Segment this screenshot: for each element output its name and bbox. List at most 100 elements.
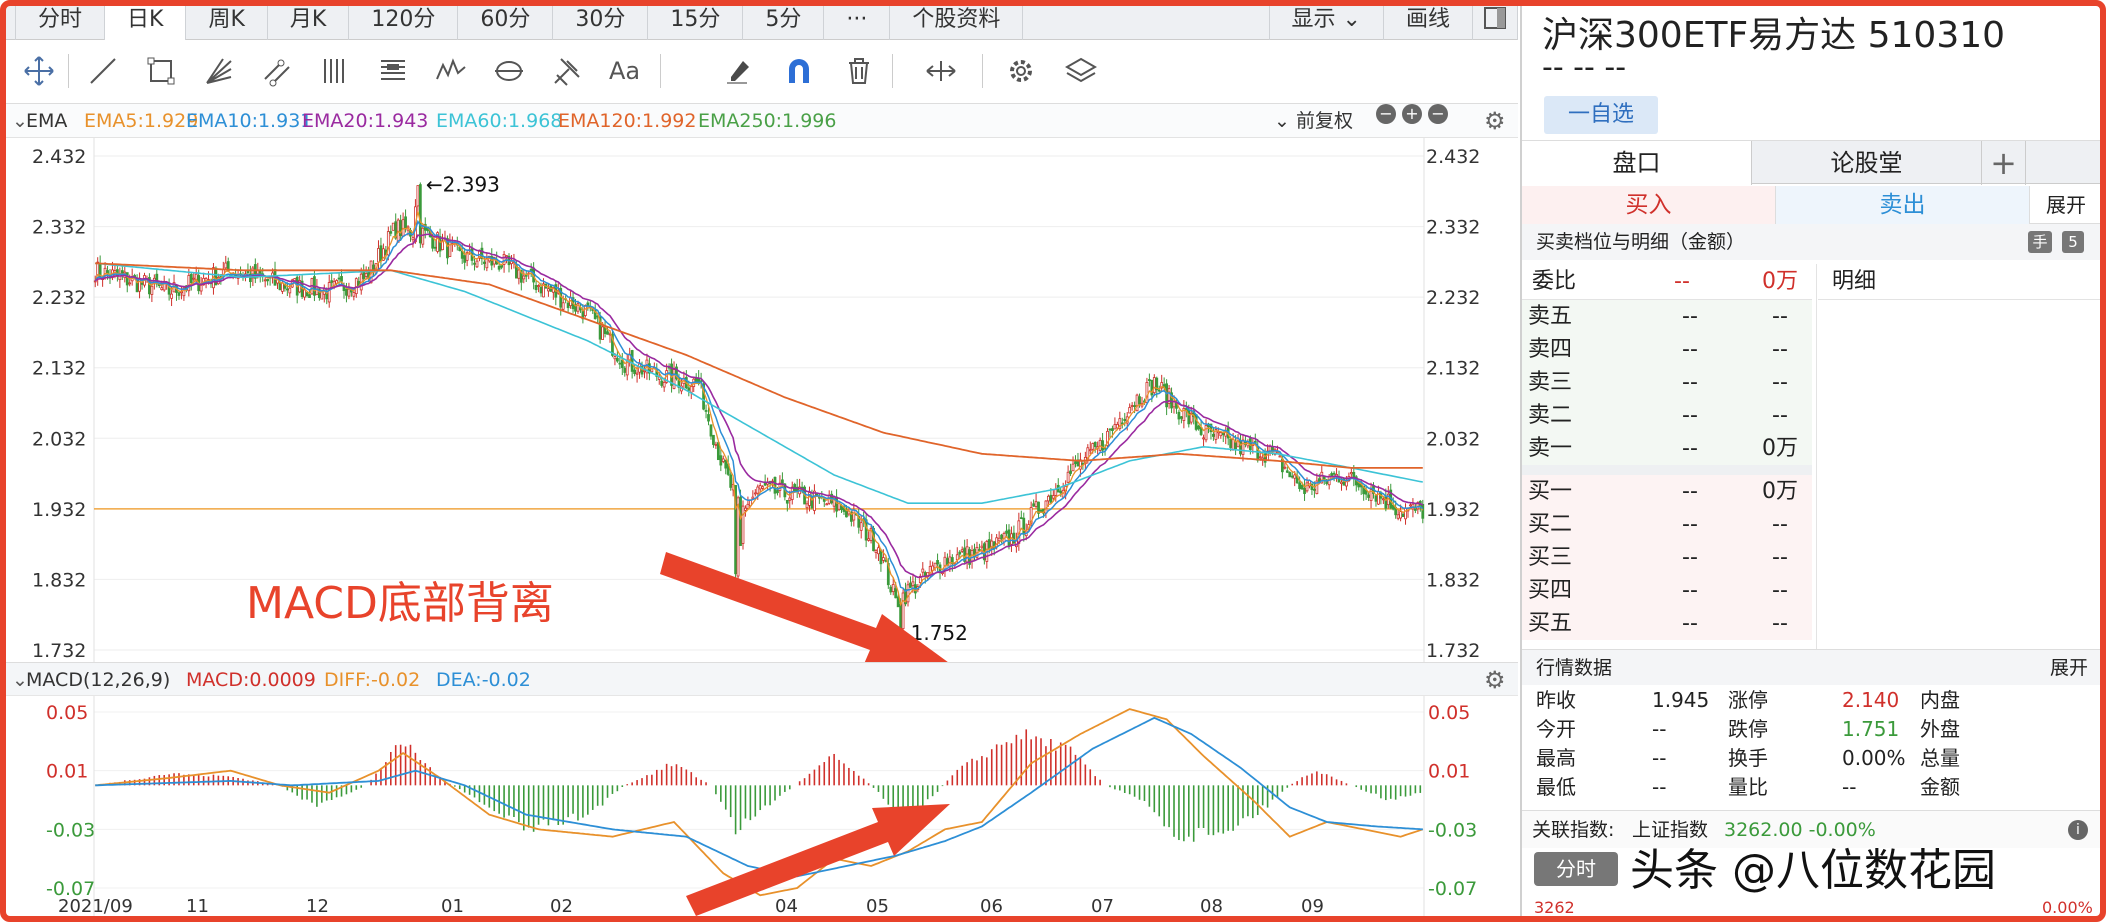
tab-lungutang[interactable]: 论股堂 — [1752, 141, 1982, 185]
expand-button[interactable]: 展开 — [2030, 186, 2100, 224]
depth-toggle[interactable]: 5 — [2062, 231, 2084, 253]
gear-icon[interactable] — [998, 48, 1044, 94]
tab-pankou[interactable]: 盘口 — [1522, 141, 1752, 185]
layers-icon[interactable] — [1058, 48, 1104, 94]
cycle-tool-icon[interactable] — [486, 48, 532, 94]
add-watchlist-button[interactable]: 一自选 — [1544, 96, 1658, 134]
candle-body — [891, 584, 895, 592]
adjust-select[interactable]: 前复权 — [1296, 104, 1353, 138]
weibi-value: 0万 — [1762, 269, 1798, 294]
orderbook-row[interactable]: 买一 -- 0万 — [1522, 475, 1812, 508]
window-toggle-icon[interactable] — [1473, 6, 1518, 40]
orderbook-row[interactable]: 买二 -- -- — [1522, 508, 1812, 541]
line-tool-icon[interactable] — [80, 48, 126, 94]
orderbook-row[interactable]: 卖二 -- -- — [1522, 399, 1812, 432]
tab-weekly[interactable]: 周K — [186, 6, 268, 40]
market-data-expand[interactable]: 展开 — [2050, 650, 2088, 686]
toolbar-divider — [660, 54, 661, 88]
spread-divider — [1522, 465, 1812, 475]
pitchfork-tool-icon[interactable] — [544, 48, 590, 94]
orderbook-row[interactable]: 卖三 -- -- — [1522, 366, 1812, 399]
candle-body — [418, 184, 422, 244]
y-tick-right: 2.232 — [1426, 287, 1480, 309]
candle-body — [721, 458, 725, 462]
macd-y-tick-left: 0.05 — [46, 702, 88, 724]
wave-tool-icon[interactable] — [428, 48, 474, 94]
info-icon[interactable]: i — [2068, 820, 2088, 840]
pen-icon[interactable] — [716, 48, 762, 94]
tab-fenshi[interactable]: 分时 — [16, 6, 106, 40]
candle-body — [1212, 433, 1215, 437]
macd-chart[interactable]: 0.05 0.050.01 0.01-0.03 -0.03-0.07 -0.072021… — [6, 696, 1518, 916]
fan-tool-icon[interactable] — [196, 48, 242, 94]
magnet-icon[interactable] — [776, 48, 822, 94]
chevron-down-icon[interactable]: ⌄ — [1274, 104, 1290, 138]
rect-tool-icon[interactable] — [138, 48, 184, 94]
channel-tool-icon[interactable] — [254, 48, 300, 94]
level-volume: -- — [1772, 370, 1788, 395]
x-tick: 05 — [866, 896, 889, 916]
trash-icon[interactable] — [836, 48, 882, 94]
resize-h-icon[interactable] — [918, 48, 964, 94]
tab-display[interactable]: 显示 ⌄ — [1268, 6, 1384, 40]
candle-body — [709, 424, 713, 437]
watermark-text: 头条 @八位数花园 — [1630, 845, 1996, 896]
candle-body — [1404, 507, 1407, 520]
candle-body — [150, 285, 154, 295]
tab-draw[interactable]: 画线 — [1384, 6, 1473, 40]
candle-body — [303, 289, 306, 298]
orderbook-row[interactable]: 卖四 -- -- — [1522, 333, 1812, 366]
orderbook-row[interactable]: 买三 -- -- — [1522, 541, 1812, 574]
level-price: -- — [1682, 479, 1698, 504]
intraday-button[interactable]: 分时 — [1534, 852, 1618, 886]
gann-tool-icon[interactable] — [370, 48, 416, 94]
tab-15min[interactable]: 15分 — [648, 6, 744, 40]
orderbook-row[interactable]: 卖一 -- 0万 — [1522, 432, 1812, 465]
x-tick: 2021/09 — [58, 896, 133, 916]
y-tick-right: 1.732 — [1426, 640, 1480, 662]
minus-icon[interactable]: − — [1376, 104, 1396, 124]
price-chart[interactable]: 2.432 2.432 2.332 2.332 2.232 2.232 2.132 2.132… — [6, 138, 1518, 662]
candle-body — [689, 386, 693, 393]
orderbook-row[interactable]: 卖五 -- -- — [1522, 300, 1812, 333]
tab-more[interactable]: ··· — [824, 6, 891, 40]
y-tick-right: 1.932 — [1426, 499, 1480, 521]
candle-body — [889, 586, 893, 593]
add-tab-button[interactable]: + — [1982, 141, 2026, 185]
plus-icon[interactable]: + — [1402, 104, 1422, 124]
unit-toggle[interactable]: 手 — [2028, 231, 2052, 253]
candle-body — [672, 369, 676, 389]
candle-body — [923, 572, 927, 576]
quote-tabs: 盘口 论股堂 + — [1522, 140, 2100, 185]
text-tool-icon[interactable]: Aa — [602, 48, 648, 94]
indicator-name[interactable]: EMA — [26, 104, 67, 138]
vlines-tool-icon[interactable] — [312, 48, 358, 94]
buy-button[interactable]: 买入 — [1522, 186, 1776, 224]
ema-legend-item: EMA250:1.996 — [698, 110, 837, 132]
tab-60min[interactable]: 60分 — [458, 6, 554, 40]
market-data-key: 总量 — [1920, 746, 1960, 770]
orderbook: 委比 -- 0万 卖五 -- -- 卖四 -- -- 卖三 -- -- 卖二 -- -- 卖一 -- 0万 … — [1522, 264, 1812, 640]
move-icon[interactable] — [16, 48, 62, 94]
gear-icon[interactable]: ⚙ — [1484, 104, 1506, 138]
tab-monthly[interactable]: 月K — [268, 6, 350, 40]
sell-button[interactable]: 卖出 — [1776, 186, 2030, 224]
tab-stock-info[interactable]: 个股资料 — [890, 6, 1024, 40]
tab-5min[interactable]: 5分 — [743, 6, 825, 40]
minus-icon[interactable]: − — [1428, 104, 1448, 124]
tab-30min[interactable]: 30分 — [553, 6, 649, 40]
macd-indicator-name[interactable]: MACD(12,26,9) — [26, 663, 170, 697]
candle-body — [1091, 443, 1095, 450]
candle-body — [958, 551, 962, 555]
market-data-value: 1.751 — [1842, 717, 1900, 741]
candle-body — [729, 474, 733, 488]
level-volume: -- — [1772, 337, 1788, 362]
orderbook-row[interactable]: 买五 -- -- — [1522, 607, 1812, 640]
orderbook-row[interactable]: 买四 -- -- — [1522, 574, 1812, 607]
candle-body — [899, 603, 903, 631]
candle-body — [1197, 425, 1201, 430]
market-data-value: 0.00% — [1842, 746, 1906, 770]
tab-daily[interactable]: 日K — [105, 6, 187, 40]
gear-icon[interactable]: ⚙ — [1484, 663, 1506, 697]
tab-120min[interactable]: 120分 — [349, 6, 459, 40]
